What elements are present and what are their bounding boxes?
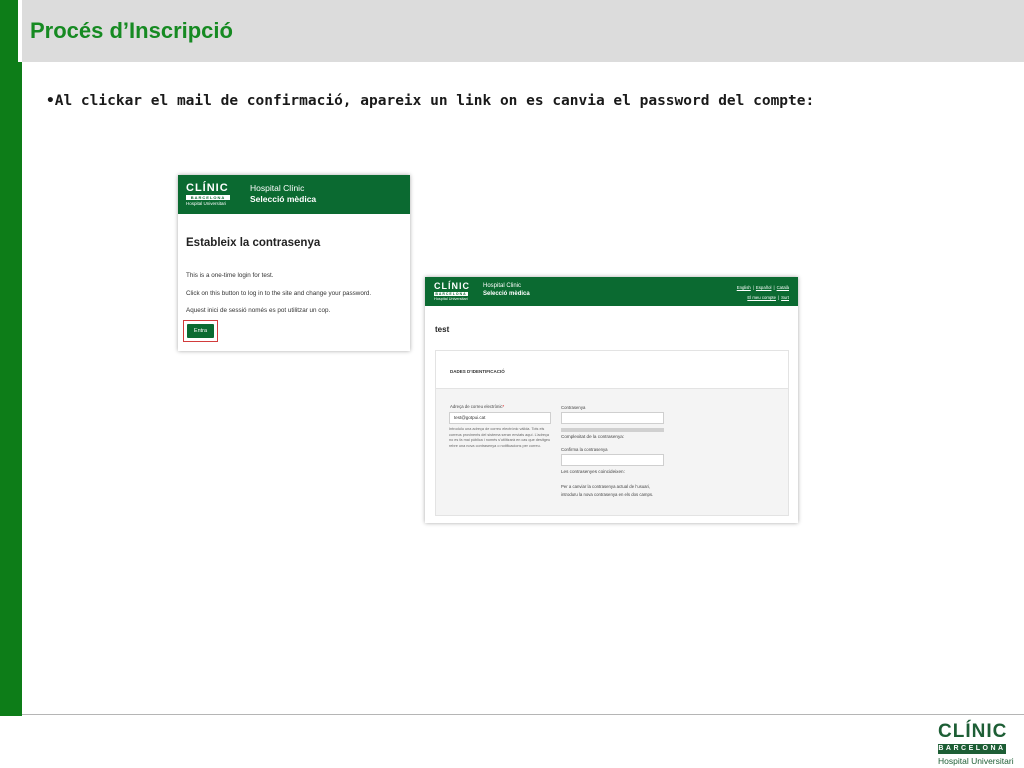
login-header: CLÍNIC BARCELONA Hospital Universitari H… <box>178 175 410 214</box>
password-match-text: Les contrasenyes coincideixen: <box>561 469 625 474</box>
logo-subtitle: Hospital Universitari <box>434 297 468 301</box>
logo-city: BARCELONA <box>186 195 230 200</box>
password-note-2: introduïu la nova contrasenya en els dos… <box>561 492 654 497</box>
password-strength-bar <box>561 428 664 432</box>
lang-catalan-link[interactable]: Català <box>777 285 789 290</box>
panel-title: DADES D’IDENTIFICACIÓ <box>450 369 505 374</box>
separator: | <box>773 285 775 290</box>
site-name-line2: Selecció mèdica <box>483 291 530 297</box>
site-name-line2: Selecció mèdica <box>250 194 317 204</box>
profile-screenshot: CLÍNIC BARCELONA Hospital Universitari H… <box>425 277 798 523</box>
password-field[interactable] <box>561 412 664 424</box>
login-button[interactable]: Entra <box>187 324 214 338</box>
lang-spanish-link[interactable]: Español <box>756 285 772 290</box>
bullet-text: •Al clickar el mail de confirmació, apar… <box>46 93 815 109</box>
email-field[interactable]: test@gotpui.cat <box>449 412 551 424</box>
login-text-2: Click on this button to log in to the si… <box>186 290 372 297</box>
login-heading: Estableix la contrasenya <box>186 237 321 249</box>
site-name[interactable]: Hospital Clínic Selecció mèdica <box>250 183 316 205</box>
site-name-line1: Hospital Clínic <box>250 183 305 193</box>
footer-logo-city: BARCELONA <box>938 744 1006 754</box>
panel-header: DADES D’IDENTIFICACIÓ <box>436 351 788 389</box>
password-label: Contrasenya <box>561 405 586 410</box>
footer-logo-name: CLÍNIC <box>938 721 1008 742</box>
left-accent-bar <box>0 0 22 716</box>
separator: | <box>752 285 754 290</box>
footer-logo-subtitle: Hospital Universitari <box>938 756 1014 766</box>
clinic-logo: CLÍNIC BARCELONA Hospital Universitari <box>434 282 470 301</box>
logo-name: CLÍNIC <box>186 182 229 194</box>
my-account-link[interactable]: El meu compte <box>747 295 776 300</box>
lang-english-link[interactable]: English <box>737 285 751 290</box>
logo-subtitle: Hospital Universitari <box>186 201 227 206</box>
login-text-1: This is a one-time login for test. <box>186 272 274 279</box>
title-divider <box>18 0 22 62</box>
footer-divider <box>22 714 1024 715</box>
email-label: Adreça de correu electrònic* <box>450 404 504 409</box>
header-links: English | Español | Català El meu compte | Sur… <box>737 283 789 303</box>
login-screenshot: CLÍNIC BARCELONA Hospital Universitari H… <box>178 175 410 351</box>
footer-logo: CLÍNIC BARCELONA Hospital Universitari <box>938 721 1014 766</box>
email-label-text: Adreça de correu electrònic <box>450 404 503 409</box>
password-note-1: Per a canviar la contrasenya actual de l… <box>561 484 651 489</box>
profile-header: CLÍNIC BARCELONA Hospital Universitari H… <box>425 277 798 306</box>
confirm-password-field[interactable] <box>561 454 664 466</box>
logo-city: BARCELONA <box>434 292 468 296</box>
logout-link[interactable]: Surt <box>781 295 789 300</box>
confirm-password-label: Confirma la contrasenya <box>561 447 608 452</box>
required-marker: * <box>502 404 505 409</box>
clinic-logo: CLÍNIC BARCELONA Hospital Universitari <box>186 183 230 206</box>
logo-name: CLÍNIC <box>434 281 470 291</box>
site-name[interactable]: Hospital Clinic Selecció mèdica <box>483 282 530 298</box>
password-strength-label: Complexitat de la contrasenya: <box>561 434 625 439</box>
page-title: test <box>435 325 450 334</box>
slide-title: Procés d’Inscripció <box>30 18 233 43</box>
slide: Procés d’Inscripció •Al clickar el mail … <box>0 0 1024 768</box>
identification-panel: DADES D’IDENTIFICACIÓ Adreça de correu e… <box>435 350 789 516</box>
site-name-line1: Hospital Clinic <box>483 283 522 289</box>
login-text-3: Aquest inici de sessió només es pot util… <box>186 307 331 314</box>
separator: | <box>777 295 780 300</box>
email-help-text: Introduïu una adreça de correu electròni… <box>449 427 551 448</box>
